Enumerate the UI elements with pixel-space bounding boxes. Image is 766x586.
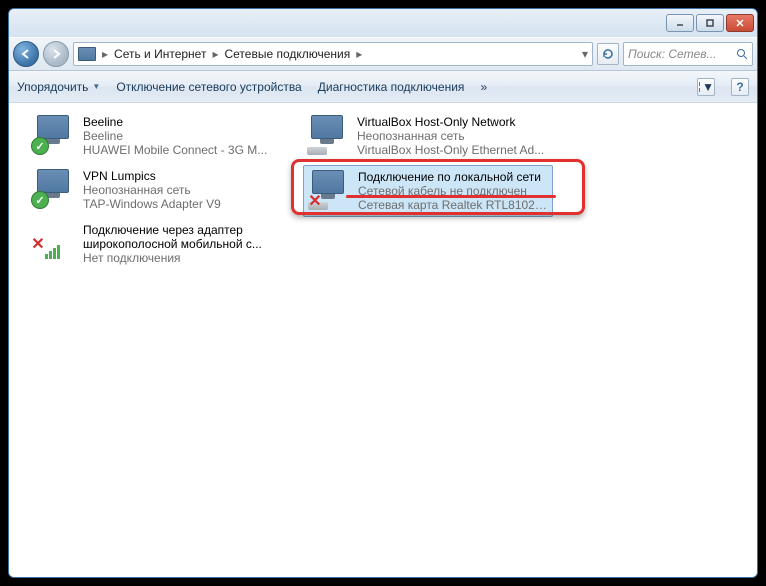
connection-name: VirtualBox Host-Only Network bbox=[357, 115, 544, 129]
connection-status: Неопознанная сеть bbox=[357, 129, 544, 143]
explorer-window: ▸ Сеть и Интернет ▸ Сетевые подключения … bbox=[8, 8, 758, 578]
connection-name: Подключение по локальной сети bbox=[358, 170, 548, 184]
annotation-underline bbox=[346, 195, 556, 198]
connection-name: Beeline bbox=[83, 115, 267, 129]
connection-status: Beeline bbox=[83, 129, 267, 143]
help-button[interactable]: ? bbox=[731, 78, 749, 96]
connection-item[interactable]: Beeline Beeline HUAWEI Mobile Connect - … bbox=[29, 111, 279, 161]
connections-list: Beeline Beeline HUAWEI Mobile Connect - … bbox=[9, 103, 757, 577]
status-connected-icon bbox=[31, 191, 49, 209]
search-icon bbox=[736, 48, 748, 60]
connection-icon bbox=[307, 115, 349, 153]
connection-icon: ✕ bbox=[308, 170, 350, 208]
dropdown-icon[interactable]: ▾ bbox=[582, 47, 588, 61]
connection-icon bbox=[33, 115, 75, 153]
connection-status: Неопознанная сеть bbox=[83, 183, 221, 197]
column-right: VirtualBox Host-Only Network Неопознанна… bbox=[303, 111, 553, 217]
connection-item[interactable]: VPN Lumpics Неопознанная сеть TAP-Window… bbox=[29, 165, 279, 215]
connection-item[interactable]: ✕ Подключение через адаптер широкополосн… bbox=[29, 219, 279, 269]
more-commands[interactable]: » bbox=[480, 80, 487, 94]
connection-device: TAP-Windows Adapter V9 bbox=[83, 197, 221, 211]
search-placeholder: Поиск: Сетев... bbox=[628, 47, 717, 61]
refresh-button[interactable] bbox=[597, 43, 619, 65]
titlebar bbox=[9, 9, 757, 37]
status-disconnected-icon: ✕ bbox=[306, 192, 324, 210]
maximize-button[interactable] bbox=[696, 14, 724, 32]
breadcrumb-item[interactable]: Сетевые подключения bbox=[224, 47, 350, 61]
network-center-icon bbox=[78, 47, 96, 61]
close-button[interactable] bbox=[726, 14, 754, 32]
search-input[interactable]: Поиск: Сетев... bbox=[623, 42, 753, 66]
breadcrumb[interactable]: ▸ Сеть и Интернет ▸ Сетевые подключения … bbox=[102, 47, 362, 61]
connection-name: VPN Lumpics bbox=[83, 169, 221, 183]
disable-device-button[interactable]: Отключение сетевого устройства bbox=[116, 80, 301, 94]
signal-bars-icon bbox=[43, 243, 61, 261]
forward-button[interactable] bbox=[43, 41, 69, 67]
connection-status: Нет подключения bbox=[83, 251, 275, 265]
connection-icon: ✕ bbox=[33, 223, 75, 261]
connection-item-selected[interactable]: ✕ Подключение по локальной сети Сетевой … bbox=[303, 165, 553, 217]
chevron-down-icon: ▼ bbox=[92, 82, 100, 91]
chevron-right-icon: ▸ bbox=[212, 47, 218, 61]
back-button[interactable] bbox=[13, 41, 39, 67]
breadcrumb-item[interactable]: Сеть и Интернет bbox=[114, 47, 206, 61]
connection-item[interactable]: VirtualBox Host-Only Network Неопознанна… bbox=[303, 111, 553, 161]
diagnose-button[interactable]: Диагностика подключения bbox=[318, 80, 465, 94]
connection-device: VirtualBox Host-Only Ethernet Ad... bbox=[357, 143, 544, 157]
status-connected-icon bbox=[31, 137, 49, 155]
minimize-button[interactable] bbox=[666, 14, 694, 32]
ethernet-plug-icon bbox=[307, 147, 327, 155]
column-left: Beeline Beeline HUAWEI Mobile Connect - … bbox=[29, 111, 279, 269]
connection-name: Подключение через адаптер широкополосной… bbox=[83, 223, 275, 251]
connection-device: HUAWEI Mobile Connect - 3G M... bbox=[83, 143, 267, 157]
view-options-button[interactable]: ▼ bbox=[697, 78, 715, 96]
chevron-right-icon: ▸ bbox=[356, 47, 362, 61]
organize-menu[interactable]: Упорядочить▼ bbox=[17, 80, 100, 94]
connection-device: Сетевая карта Realtek RTL8102E/... bbox=[358, 198, 548, 212]
command-bar: Упорядочить▼ Отключение сетевого устройс… bbox=[9, 71, 757, 103]
chevron-right-icon: ▸ bbox=[102, 47, 108, 61]
navbar: ▸ Сеть и Интернет ▸ Сетевые подключения … bbox=[9, 37, 757, 71]
connection-icon bbox=[33, 169, 75, 207]
address-bar[interactable]: ▸ Сеть и Интернет ▸ Сетевые подключения … bbox=[73, 42, 593, 66]
